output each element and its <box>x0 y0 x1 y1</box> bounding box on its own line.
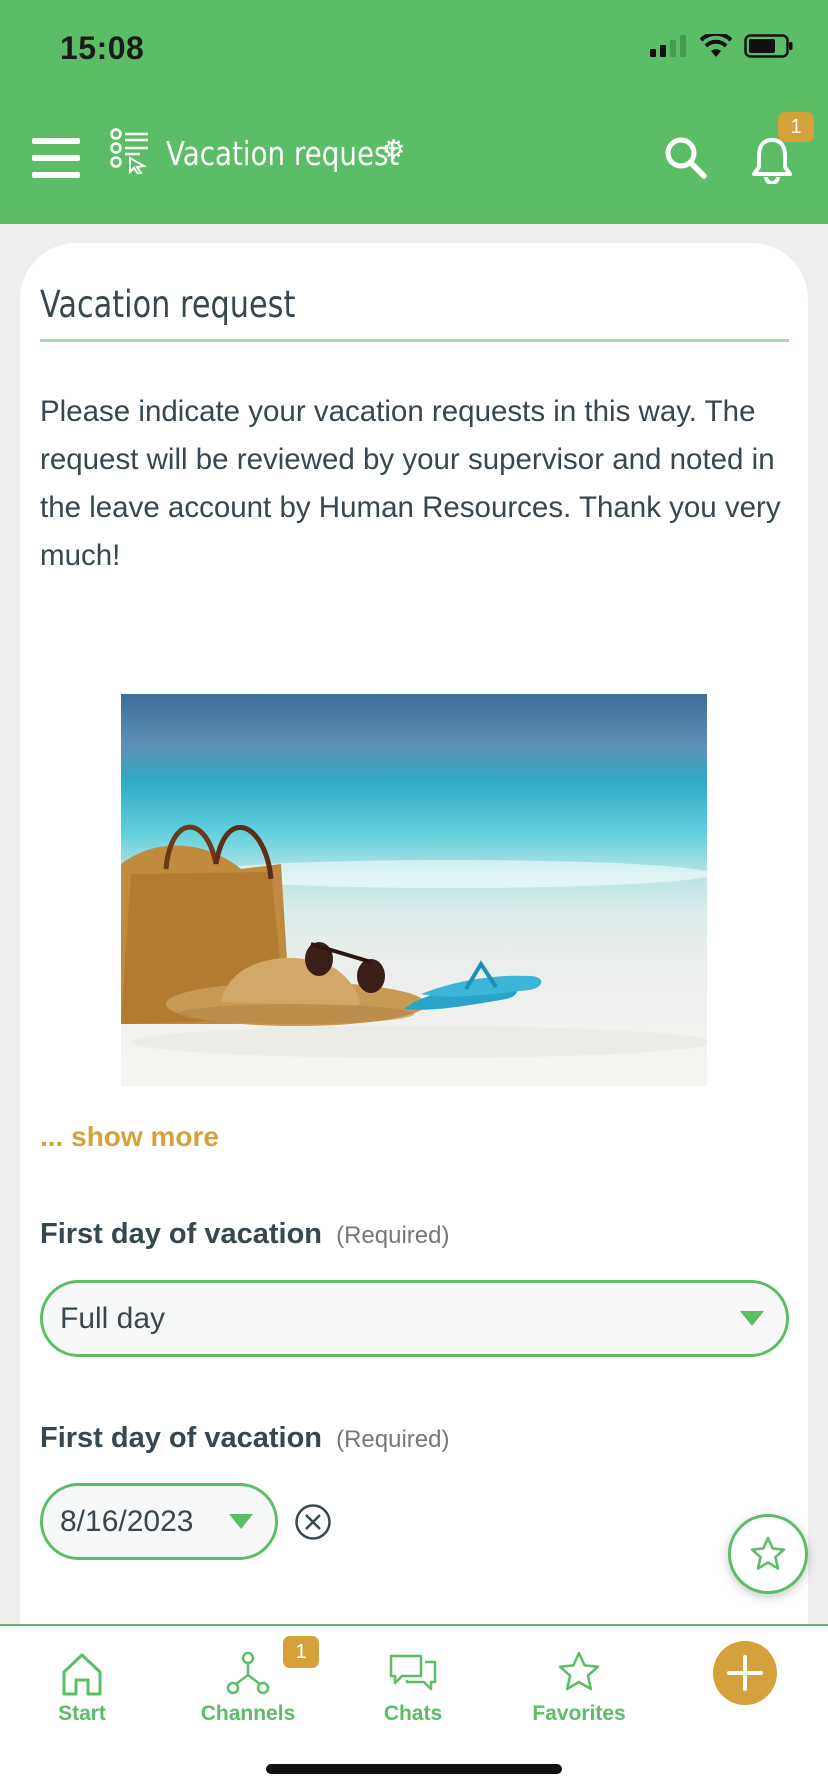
app-title: Vacation request <box>166 134 400 173</box>
chat-icon <box>389 1654 437 1691</box>
notification-badge: 1 <box>778 112 814 142</box>
star-icon <box>750 1536 786 1570</box>
app-header: 15:08 Vacation request ⚙ 1 <box>0 0 828 224</box>
favorite-button[interactable] <box>728 1514 808 1594</box>
date-select[interactable]: 8/16/2023 <box>40 1483 278 1560</box>
field-label-first-day: First day of vacation (Required) <box>40 1218 449 1251</box>
heading-divider <box>40 339 789 342</box>
wifi-icon <box>700 34 732 57</box>
add-button[interactable] <box>713 1641 777 1705</box>
home-indicator <box>266 1764 562 1774</box>
form-card: Vacation request Please indicate your va… <box>20 243 808 1643</box>
channels-badge: 1 <box>283 1636 319 1668</box>
required-note: (Required) <box>336 1222 450 1249</box>
nav-label: Start <box>58 1702 106 1725</box>
required-note: (Required) <box>336 1426 450 1453</box>
status-time: 15:08 <box>60 30 145 66</box>
form-description: Please indicate your vacation requests i… <box>40 395 781 572</box>
form-list-icon <box>110 128 148 174</box>
nav-label: Channels <box>200 1702 296 1725</box>
dropdown-caret-icon <box>229 1514 253 1529</box>
gear-icon[interactable]: ⚙ <box>382 134 405 165</box>
channels-icon <box>226 1651 270 1695</box>
nav-favorites[interactable]: Favorites <box>504 1626 654 1726</box>
search-icon[interactable] <box>664 136 708 180</box>
day-type-value: Full day <box>60 1302 166 1335</box>
nav-start[interactable]: Start <box>7 1626 157 1726</box>
form-heading: Vacation request <box>40 283 296 326</box>
dropdown-caret-icon <box>740 1311 764 1326</box>
field-label-text: First day of vacation <box>40 1422 323 1454</box>
date-value: 8/16/2023 <box>60 1505 194 1538</box>
status-icons <box>650 34 794 58</box>
day-type-select[interactable]: Full day <box>40 1280 789 1357</box>
menu-button[interactable] <box>32 138 80 178</box>
nav-chats[interactable]: Chats <box>338 1626 488 1726</box>
signal-icon <box>650 35 686 57</box>
beach-photo <box>121 694 707 1086</box>
clear-date-icon[interactable] <box>294 1503 332 1541</box>
field-label-first-day-date: First day of vacation (Required) <box>40 1422 449 1455</box>
show-more-link[interactable]: ... show more <box>40 1121 219 1153</box>
home-icon <box>62 1653 102 1696</box>
nav-label: Chats <box>383 1702 443 1725</box>
field-label-text: First day of vacation <box>40 1218 323 1250</box>
battery-icon <box>744 34 793 58</box>
nav-label: Favorites <box>532 1702 626 1725</box>
star-icon <box>558 1651 600 1691</box>
